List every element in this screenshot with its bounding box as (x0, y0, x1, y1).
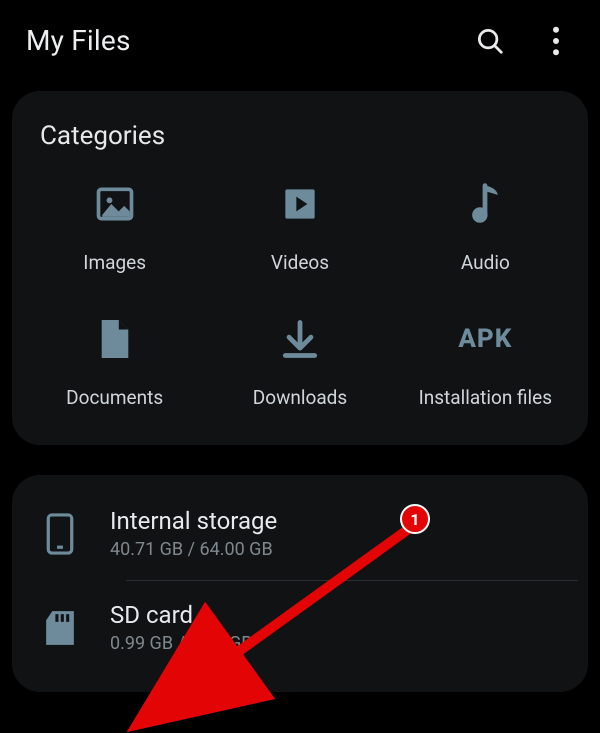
search-icon (475, 26, 505, 56)
apk-icon: APK (460, 314, 510, 364)
storage-title: Internal storage (110, 507, 277, 535)
storage-subtitle: 0.99 GB / 1.86 GB (110, 633, 252, 654)
categories-heading: Categories (22, 121, 578, 151)
phone-storage-icon (38, 512, 82, 556)
documents-icon (90, 314, 140, 364)
more-options-button[interactable] (540, 25, 572, 57)
storage-text: Internal storage 40.71 GB / 64.00 GB (110, 507, 277, 560)
category-label: Downloads (253, 386, 347, 409)
images-icon (90, 179, 140, 229)
storage-title: SD card (110, 601, 252, 629)
category-audio[interactable]: Audio (393, 179, 578, 274)
header-actions (474, 25, 578, 57)
audio-icon (460, 179, 510, 229)
storage-internal[interactable]: Internal storage 40.71 GB / 64.00 GB (22, 493, 578, 574)
storage-sd-card[interactable]: SD card 0.99 GB / 1.86 GB (22, 587, 578, 668)
category-images[interactable]: Images (22, 179, 207, 274)
category-installation-files[interactable]: APK Installation files (393, 314, 578, 409)
category-label: Audio (461, 251, 510, 274)
category-label: Videos (271, 251, 329, 274)
category-videos[interactable]: Videos (207, 179, 392, 274)
category-label: Images (83, 251, 146, 274)
category-downloads[interactable]: Downloads (207, 314, 392, 409)
app-header: My Files (0, 0, 600, 75)
downloads-icon (275, 314, 325, 364)
category-label: Documents (66, 386, 163, 409)
categories-grid: Images Videos (22, 179, 578, 409)
more-vertical-icon (552, 26, 560, 56)
category-documents[interactable]: Documents (22, 314, 207, 409)
categories-card: Categories Images (12, 91, 588, 445)
storage-subtitle: 40.71 GB / 64.00 GB (110, 539, 277, 560)
category-label: Installation files (419, 386, 553, 409)
sd-card-icon (38, 606, 82, 650)
storage-card: Internal storage 40.71 GB / 64.00 GB SD … (12, 475, 588, 692)
search-button[interactable] (474, 25, 506, 57)
page-title: My Files (26, 24, 131, 57)
videos-icon (275, 179, 325, 229)
divider (126, 580, 578, 581)
storage-text: SD card 0.99 GB / 1.86 GB (110, 601, 252, 654)
